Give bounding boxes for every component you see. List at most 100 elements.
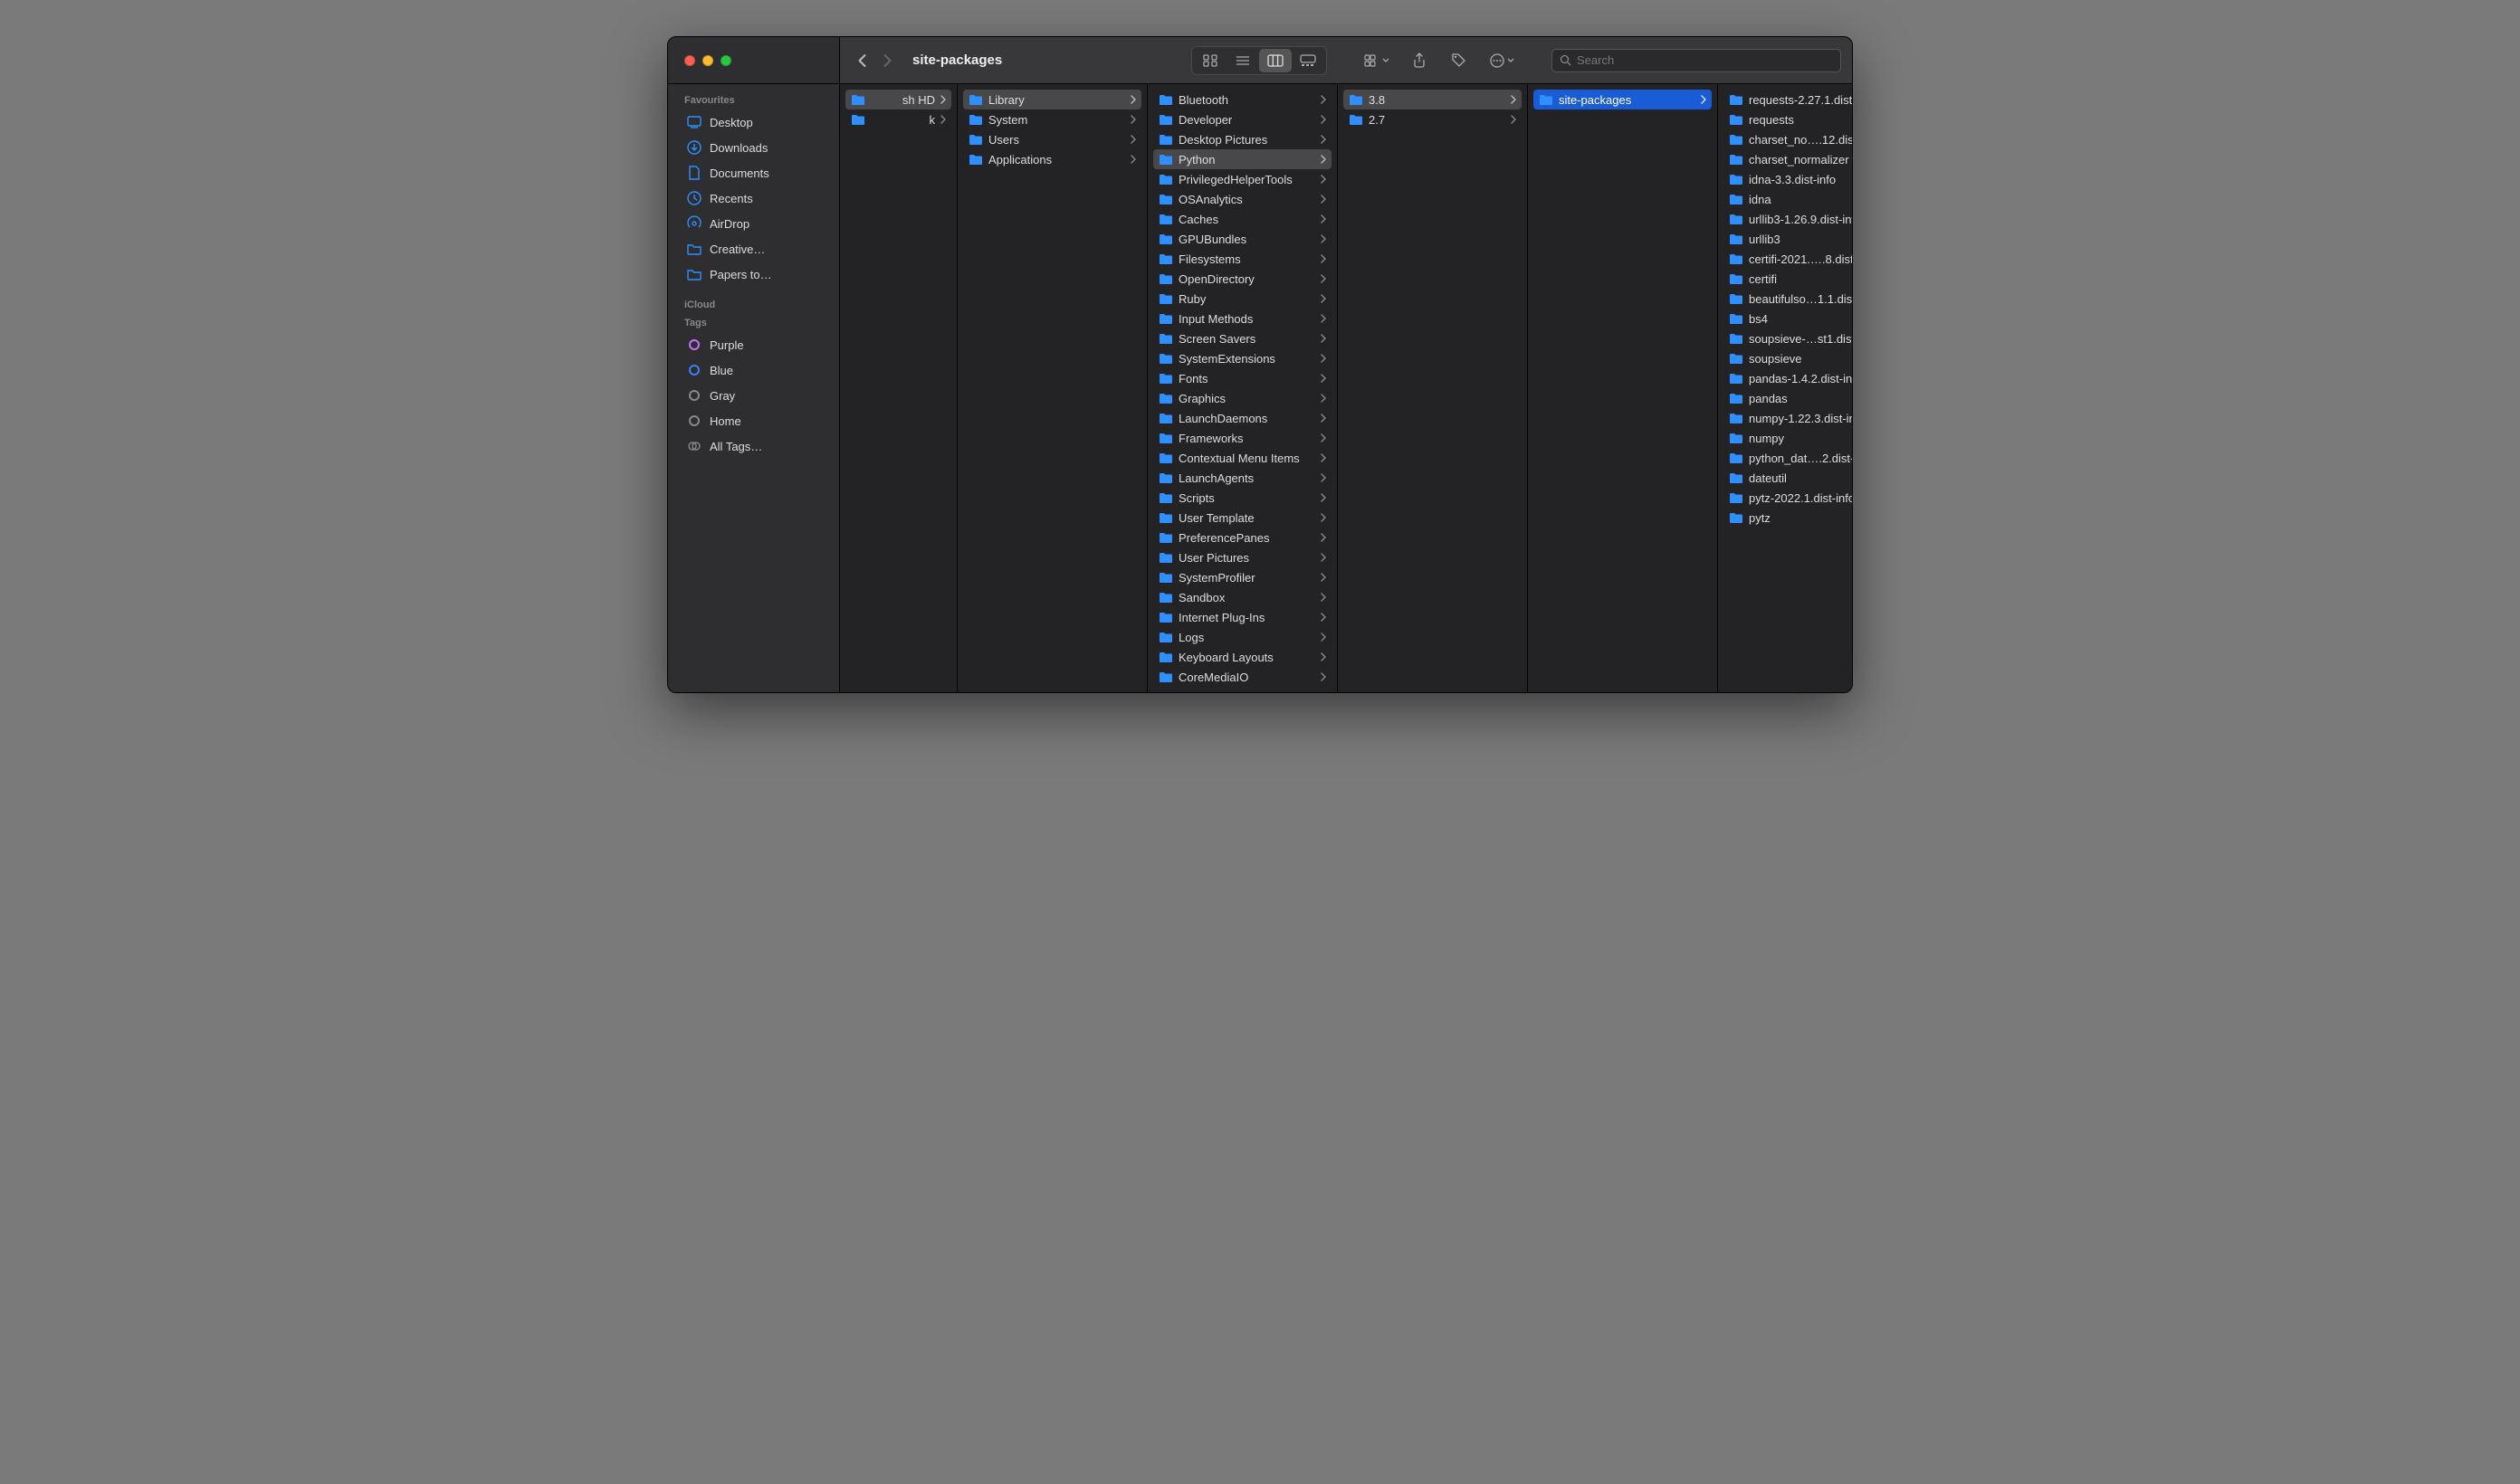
sidebar-item-recents[interactable]: Recents	[673, 186, 834, 211]
folder-row[interactable]: certifi-2021.….8.dist-info	[1723, 249, 1852, 269]
sidebar-item-papers-to-[interactable]: Papers to…	[673, 262, 834, 287]
folder-row[interactable]: 2.7	[1343, 109, 1522, 129]
back-button[interactable]	[851, 50, 873, 71]
folder-row[interactable]: Scripts	[1153, 488, 1332, 508]
folder-row[interactable]: 3.8	[1343, 90, 1522, 109]
folder-row[interactable]: Caches	[1153, 209, 1332, 229]
folder-row[interactable]: pytz-2022.1.dist-info	[1723, 488, 1852, 508]
folder-row[interactable]: OpenDirectory	[1153, 269, 1332, 289]
folder-row[interactable]: CoreMediaIO	[1153, 667, 1332, 687]
folder-row[interactable]: Developer	[1153, 109, 1332, 129]
folder-row[interactable]: LaunchAgents	[1153, 468, 1332, 488]
folder-row[interactable]: soupsieve-…st1.dist-info	[1723, 328, 1852, 348]
folder-row[interactable]: System	[963, 109, 1141, 129]
sidebar-item-purple[interactable]: Purple	[673, 332, 834, 357]
folder-row[interactable]: Graphics	[1153, 388, 1332, 408]
share-button[interactable]	[1403, 49, 1436, 72]
column-view-button[interactable]	[1259, 49, 1292, 72]
folder-row[interactable]: numpy-1.22.3.dist-info	[1723, 408, 1852, 428]
column-0[interactable]: sh HDk	[840, 84, 958, 692]
forward-button[interactable]	[876, 50, 898, 71]
column-5[interactable]: requests-2.27.1.dist-inforequestscharset…	[1718, 84, 1852, 692]
folder-row[interactable]: Input Methods	[1153, 309, 1332, 328]
search-box[interactable]	[1551, 49, 1841, 72]
folder-row[interactable]: Contextual Menu Items	[1153, 448, 1332, 468]
folder-row[interactable]: charset_normalizer	[1723, 149, 1852, 169]
search-input[interactable]	[1577, 53, 1833, 67]
folder-row[interactable]: Users	[963, 129, 1141, 149]
gallery-view-button[interactable]	[1292, 49, 1324, 72]
folder-row[interactable]: Library	[963, 90, 1141, 109]
folder-row[interactable]: Fonts	[1153, 368, 1332, 388]
icon-view-button[interactable]	[1194, 49, 1227, 72]
sidebar-item-documents[interactable]: Documents	[673, 160, 834, 186]
folder-row[interactable]: soupsieve	[1723, 348, 1852, 368]
folder-row[interactable]: dateutil	[1723, 468, 1852, 488]
sidebar-item-all-tags-[interactable]: All Tags…	[673, 433, 834, 459]
folder-row[interactable]: certifi	[1723, 269, 1852, 289]
folder-row[interactable]: SystemExtensions	[1153, 348, 1332, 368]
maximize-button[interactable]	[721, 55, 731, 66]
folder-row[interactable]: GPUBundles	[1153, 229, 1332, 249]
list-view-button[interactable]	[1227, 49, 1259, 72]
folder-row[interactable]: urllib3	[1723, 229, 1852, 249]
folder-row[interactable]: pytz	[1723, 508, 1852, 528]
column-1[interactable]: LibrarySystemUsersApplications	[958, 84, 1148, 692]
folder-row[interactable]: requests-2.27.1.dist-info	[1723, 90, 1852, 109]
folder-name: OpenDirectory	[1179, 272, 1315, 286]
minimize-button[interactable]	[702, 55, 713, 66]
folder-row[interactable]: bs4	[1723, 309, 1852, 328]
folder-row[interactable]: k	[845, 109, 951, 129]
folder-row[interactable]: User Template	[1153, 508, 1332, 528]
folder-row[interactable]: site-packages	[1533, 90, 1712, 109]
folder-row[interactable]: OSAnalytics	[1153, 189, 1332, 209]
folder-row[interactable]: requests	[1723, 109, 1852, 129]
folder-row[interactable]: Logs	[1153, 627, 1332, 647]
folder-row[interactable]: SystemProfiler	[1153, 567, 1332, 587]
folder-row[interactable]: PreferencePanes	[1153, 528, 1332, 547]
folder-row[interactable]: Sandbox	[1153, 587, 1332, 607]
action-button[interactable]	[1483, 49, 1521, 72]
folder-row[interactable]: Ruby	[1153, 289, 1332, 309]
column-4[interactable]: site-packages	[1528, 84, 1718, 692]
folder-row[interactable]: Desktop Pictures	[1153, 129, 1332, 149]
sidebar-item-desktop[interactable]: Desktop	[673, 109, 834, 135]
folder-row[interactable]: idna-3.3.dist-info	[1723, 169, 1852, 189]
folder-name: PrivilegedHelperTools	[1179, 173, 1315, 186]
folder-row[interactable]: numpy	[1723, 428, 1852, 448]
folder-row[interactable]: LaunchDaemons	[1153, 408, 1332, 428]
sidebar-item-blue[interactable]: Blue	[673, 357, 834, 383]
sidebar-item-label: All Tags…	[710, 440, 762, 453]
group-by-button[interactable]	[1358, 49, 1396, 72]
folder-row[interactable]: charset_no….12.dist-info	[1723, 129, 1852, 149]
folder-name: certifi-2021.….8.dist-info	[1749, 252, 1852, 266]
folder-row[interactable]: Filesystems	[1153, 249, 1332, 269]
folder-row[interactable]: Internet Plug-Ins	[1153, 607, 1332, 627]
folder-row[interactable]: Python	[1153, 149, 1332, 169]
close-button[interactable]	[684, 55, 695, 66]
folder-row[interactable]: urllib3-1.26.9.dist-info	[1723, 209, 1852, 229]
sidebar-item-downloads[interactable]: Downloads	[673, 135, 834, 160]
folder-row[interactable]: Keyboard Layouts	[1153, 647, 1332, 667]
folder-row[interactable]: python_dat….2.dist-info	[1723, 448, 1852, 468]
sidebar-item-home[interactable]: Home	[673, 408, 834, 433]
column-3[interactable]: 3.82.7	[1338, 84, 1528, 692]
column-2[interactable]: BluetoothDeveloperDesktop PicturesPython…	[1148, 84, 1338, 692]
folder-row[interactable]: sh HD	[845, 90, 951, 109]
sidebar-item-gray[interactable]: Gray	[673, 383, 834, 408]
folder-row[interactable]: idna	[1723, 189, 1852, 209]
sidebar-item-creative-[interactable]: Creative…	[673, 236, 834, 262]
folder-row[interactable]: pandas	[1723, 388, 1852, 408]
columns-container: sh HDkLibrarySystemUsersApplicationsBlue…	[840, 84, 1852, 692]
folder-row[interactable]: Frameworks	[1153, 428, 1332, 448]
folder-row[interactable]: beautifulso…1.1.dist-info	[1723, 289, 1852, 309]
tags-button[interactable]	[1443, 49, 1475, 72]
folder-row[interactable]: Bluetooth	[1153, 90, 1332, 109]
folder-row[interactable]: Screen Savers	[1153, 328, 1332, 348]
columns-icon	[1267, 54, 1284, 67]
sidebar-item-airdrop[interactable]: AirDrop	[673, 211, 834, 236]
folder-row[interactable]: User Pictures	[1153, 547, 1332, 567]
folder-row[interactable]: pandas-1.4.2.dist-info	[1723, 368, 1852, 388]
folder-row[interactable]: PrivilegedHelperTools	[1153, 169, 1332, 189]
folder-row[interactable]: Applications	[963, 149, 1141, 169]
